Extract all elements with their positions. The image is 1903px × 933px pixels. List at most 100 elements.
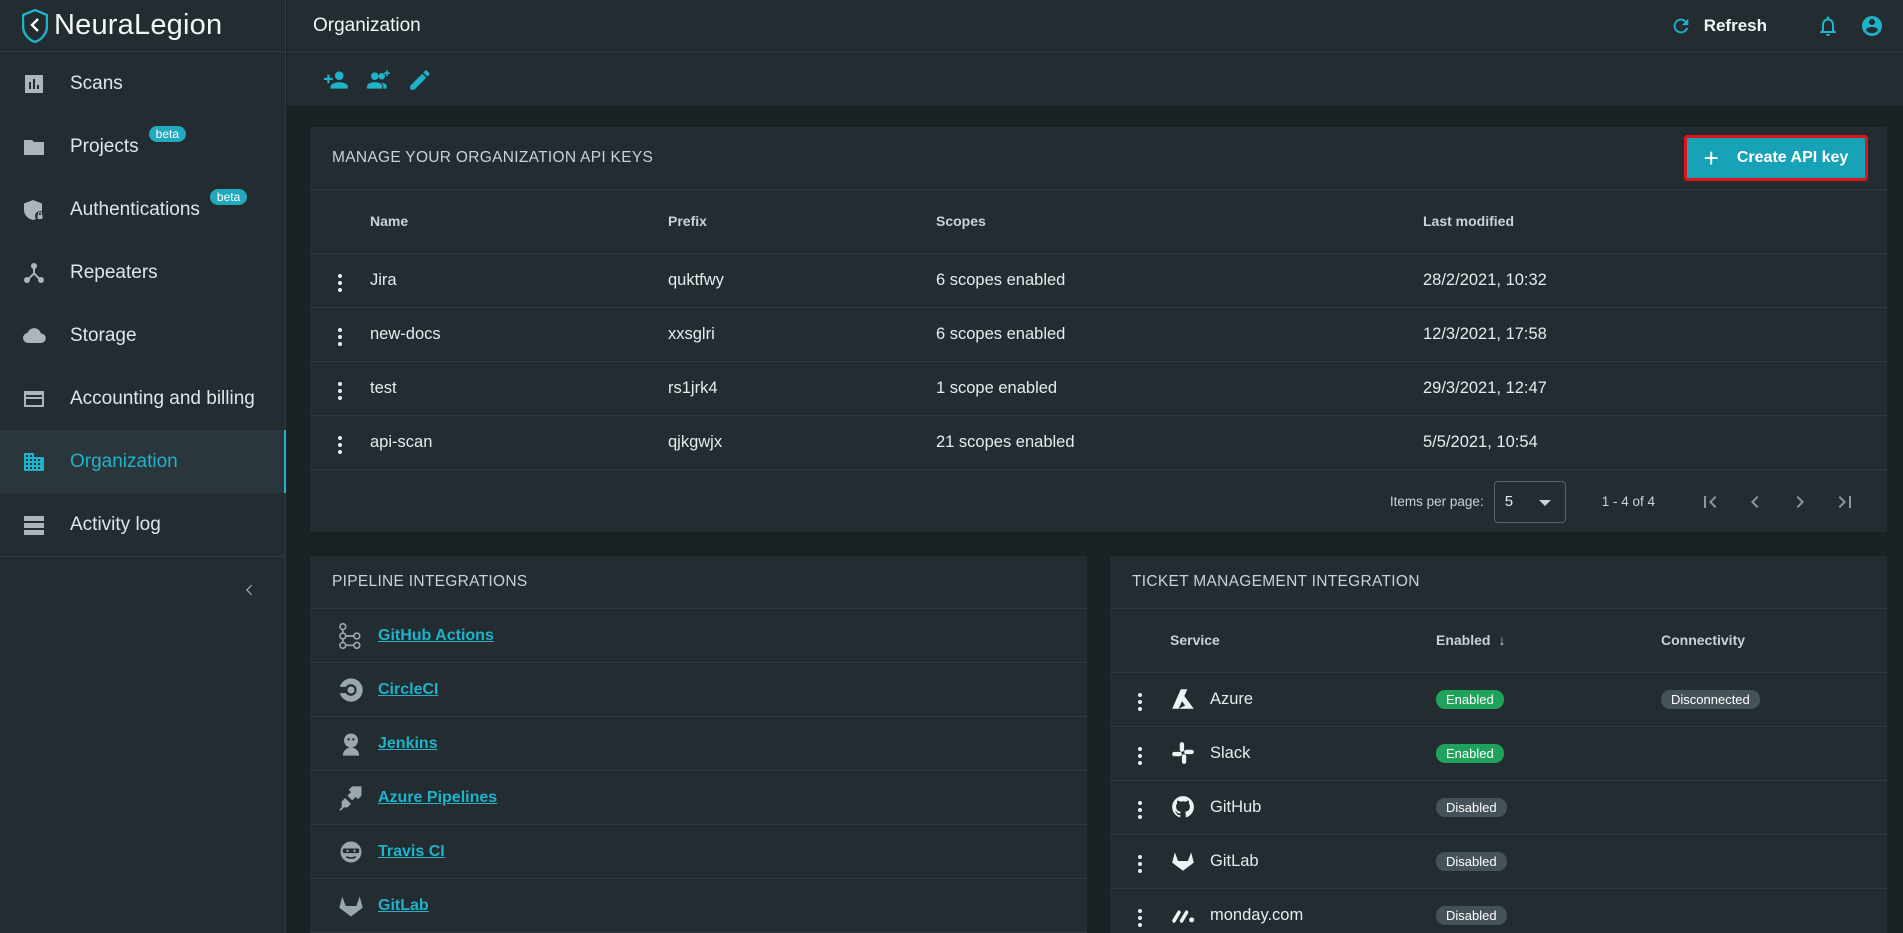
service-name: Slack [1210, 743, 1251, 762]
api-keys-table: Name Prefix Scopes Last modified Jira qu… [310, 190, 1887, 470]
list-icon [22, 513, 46, 537]
last-page-button[interactable] [1825, 482, 1865, 522]
table-row: Slack Enabled [1110, 726, 1887, 781]
beta-badge: beta [209, 188, 248, 205]
sidebar-item-label: Activity log [70, 513, 161, 535]
pencil-icon [410, 70, 430, 90]
travis-ci-link[interactable]: Travis CI [378, 843, 445, 861]
cell-name: new-docs [370, 307, 668, 362]
row-menu-button[interactable] [1130, 904, 1150, 932]
jenkins-icon [336, 729, 366, 759]
sidebar-item-activity-log[interactable]: Activity log [0, 493, 285, 556]
chevron-left-icon [1751, 495, 1759, 508]
column-header-name[interactable]: Name [370, 190, 668, 254]
sidebar-item-scans[interactable]: Scans [0, 52, 285, 115]
collapse-sidebar-button[interactable] [240, 578, 260, 602]
jenkins-link[interactable]: Jenkins [378, 735, 438, 753]
chevron-left-icon [246, 584, 252, 596]
sidebar-item-authentications[interactable]: Authentications beta [0, 178, 285, 241]
row-menu-button[interactable] [1130, 688, 1150, 716]
last-page-icon [1838, 495, 1851, 508]
api-keys-card: MANAGE YOUR ORGANIZATION API KEYS + Crea… [310, 127, 1887, 532]
items-per-page-value: 5 [1504, 493, 1514, 510]
refresh-label: Refresh [1703, 16, 1767, 35]
app-root: NeuraLegion Scans Projects beta Authenti… [0, 0, 1903, 933]
cell-last-modified: 12/3/2021, 17:58 [1423, 307, 1887, 362]
column-header-last-modified[interactable]: Last modified [1423, 190, 1887, 254]
sidebar-item-storage[interactable]: Storage [0, 304, 285, 367]
cell-scopes: 6 scopes enabled [936, 253, 1423, 308]
cell-last-modified: 28/2/2021, 10:32 [1423, 253, 1887, 308]
cloud-icon [22, 324, 46, 348]
table-row: monday.com Disabled [1110, 888, 1887, 933]
cell-prefix: qjkgwjx [668, 415, 936, 470]
service-cell: Azure [1170, 686, 1436, 712]
add-group-button[interactable] [363, 65, 393, 95]
row-menu-button[interactable] [330, 269, 350, 297]
list-item: Azure Pipelines [310, 771, 1087, 825]
column-header-connectivity[interactable]: Connectivity [1661, 609, 1887, 673]
brand[interactable]: NeuraLegion [0, 0, 285, 52]
status-badge: Disabled [1436, 905, 1507, 925]
notifications-button[interactable] [1815, 13, 1841, 39]
shield-lock-icon [22, 198, 46, 222]
table-row: api-scan qjkgwjx 21 scopes enabled 5/5/2… [310, 415, 1887, 470]
previous-page-button[interactable] [1735, 482, 1775, 522]
sidebar-item-organization[interactable]: Organization [0, 430, 286, 493]
create-api-key-button[interactable]: + Create API key [1684, 135, 1868, 181]
circleci-link[interactable]: CircleCI [378, 681, 438, 699]
sidebar-item-accounting[interactable]: Accounting and billing [0, 367, 285, 430]
account-button[interactable] [1859, 13, 1885, 39]
status-badge: Enabled [1436, 743, 1504, 763]
service-cell: monday.com [1170, 902, 1436, 928]
next-page-button[interactable] [1780, 482, 1820, 522]
service-cell: Slack [1170, 740, 1436, 766]
row-menu-button[interactable] [330, 377, 350, 405]
sidebar-item-label: Scans [70, 72, 123, 94]
service-cell: GitHub [1170, 794, 1436, 820]
topbar: Organization Refresh [287, 0, 1903, 53]
add-member-button[interactable] [321, 65, 351, 95]
sidebar-item-label: Storage [70, 324, 137, 346]
ticket-management-title: TICKET MANAGEMENT INTEGRATION [1110, 556, 1887, 609]
azure-pipelines-link[interactable]: Azure Pipelines [378, 789, 497, 807]
service-name: GitLab [1210, 851, 1259, 870]
row-menu-button[interactable] [1130, 796, 1150, 824]
slack-icon [1172, 742, 1194, 764]
items-per-page-select[interactable]: 5 [1493, 480, 1566, 523]
sidebar-item-repeaters[interactable]: Repeaters [0, 241, 285, 304]
ticket-management-card: TICKET MANAGEMENT INTEGRATION Service En… [1110, 556, 1887, 933]
cell-prefix: rs1jrk4 [668, 361, 936, 416]
row-menu-button[interactable] [1130, 850, 1150, 878]
cell-scopes: 6 scopes enabled [936, 307, 1423, 362]
list-item: CircleCI [310, 663, 1087, 717]
cell-scopes: 21 scopes enabled [936, 415, 1423, 470]
column-header-prefix[interactable]: Prefix [668, 190, 936, 254]
actions-column-header [1110, 609, 1170, 673]
building-icon [22, 450, 46, 474]
status-badge: Disabled [1436, 797, 1507, 817]
edit-organization-button[interactable] [405, 65, 435, 95]
sidebar-item-projects[interactable]: Projects beta [0, 115, 285, 178]
column-header-scopes[interactable]: Scopes [936, 190, 1423, 254]
account-circle-icon [1862, 16, 1882, 36]
row-menu-button[interactable] [330, 431, 350, 459]
gitlab-icon [336, 891, 366, 921]
service-name: GitHub [1210, 797, 1262, 816]
credit-card-icon [22, 387, 46, 411]
sidebar: NeuraLegion Scans Projects beta Authenti… [0, 0, 286, 933]
azure-icon [1172, 689, 1194, 709]
gitlab-link[interactable]: GitLab [378, 897, 429, 915]
column-header-service[interactable]: Service [1170, 609, 1436, 673]
row-menu-button[interactable] [330, 323, 350, 351]
column-header-enabled[interactable]: Enabled ↓ [1436, 609, 1661, 673]
status-badge: Enabled [1436, 689, 1504, 709]
neuralegion-logo-icon [22, 8, 48, 43]
first-page-button[interactable] [1690, 482, 1730, 522]
sidebar-divider [0, 556, 285, 557]
github-actions-link[interactable]: GitHub Actions [378, 627, 494, 645]
service-name: Azure [1210, 689, 1254, 708]
row-menu-button[interactable] [1130, 742, 1150, 770]
refresh-button[interactable]: Refresh [1670, 15, 1767, 37]
list-item: Jenkins [310, 717, 1087, 771]
